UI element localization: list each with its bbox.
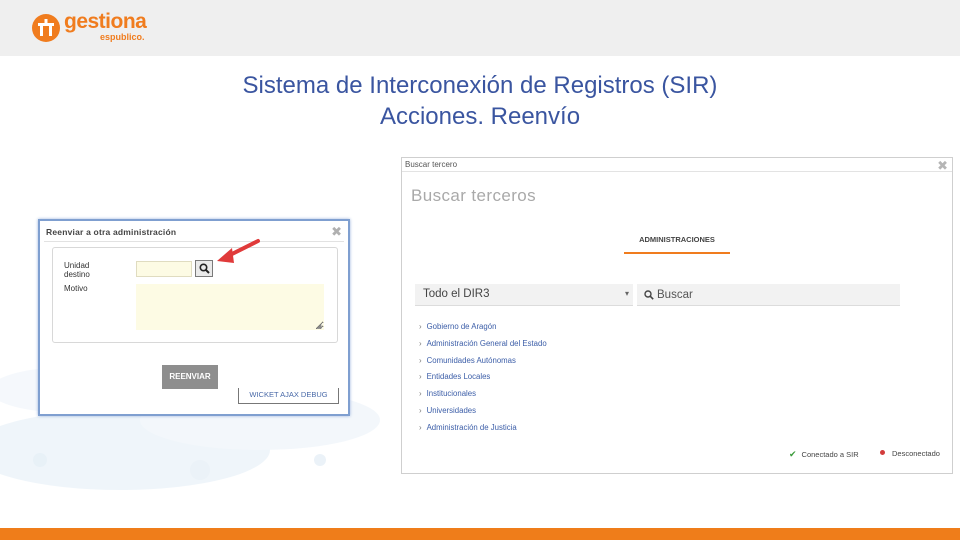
chevron-right-icon: › [419,322,422,331]
dir3-select-value: Todo el DIR3 [423,288,490,300]
search-box[interactable] [637,284,900,306]
logo-mark-icon [32,14,60,42]
divider [44,241,344,242]
gestiona-logo: gestiona espublico. [32,10,162,46]
search-icon [644,290,654,300]
list-item-label: Universidades [426,405,477,415]
reenviar-button[interactable]: REENVIAR [162,365,218,389]
motivo-label: Motivo [64,284,88,293]
dir3-select[interactable]: Todo el DIR3 ▾ [415,284,633,306]
search-unidad-button[interactable] [195,260,213,277]
list-item[interactable]: › Comunidades Autónomas [419,356,719,373]
buscar-tercero-dialog: Buscar tercero ✖ Buscar terceros ADMINIS… [401,157,953,474]
logo-name: gestiona [64,10,147,33]
magnifier-icon [199,263,210,274]
list-item[interactable]: › Entidades Locales [419,372,719,389]
reenviar-dialog: Reenviar a otra administración ✖ Unidad … [38,219,350,416]
bottom-bar [0,528,960,540]
chevron-right-icon: › [419,422,422,432]
list-item[interactable]: › Administración de Justicia [419,423,719,432]
wicket-ajax-debug-link[interactable]: WICKET AJAX DEBUG [238,388,339,404]
resize-handle-icon[interactable]: ◢ [316,322,321,330]
red-dot-icon [880,450,885,455]
list-item-label: Administración General del Estado [426,338,547,348]
unidad-destino-label: Unidad destino [64,261,90,279]
list-item-label: Entidades Locales [426,372,491,382]
unidad-destino-input[interactable] [136,261,192,277]
list-item-label: Administración de Justicia [426,422,517,432]
list-item[interactable]: › Gobierno de Aragón [419,322,719,339]
close-icon[interactable]: ✖ [331,224,342,240]
list-item-label: Comunidades Autónomas [426,355,516,365]
slide-title-line2: Acciones. Reenvío [379,103,581,130]
list-item-label: Institucionales [426,389,477,399]
status-disconnected: Desconectado [880,449,940,458]
list-item[interactable]: › Institucionales [419,389,719,406]
status-connected: ✔ Conectado a SIR [789,449,859,460]
check-icon: ✔ [789,449,797,459]
motivo-textarea[interactable] [136,284,324,330]
chevron-right-icon: › [419,355,422,365]
chevron-right-icon: › [419,389,422,399]
chevron-right-icon: › [419,372,422,382]
buscar-dialog-window-title: Buscar tercero [405,160,458,169]
chevron-down-icon: ▾ [624,289,629,298]
list-item-label: Gobierno de Aragón [426,322,497,331]
list-item[interactable]: › Universidades [419,406,719,423]
slide-title: Sistema de Interconexión de Registros (S… [0,70,960,132]
divider [402,171,952,172]
list-item[interactable]: › Administración General del Estado [419,339,719,356]
status-disconnected-label: Desconectado [892,449,940,458]
red-arrow-icon [217,239,260,263]
chevron-right-icon: › [419,405,422,415]
buscar-terceros-heading: Buscar terceros [411,186,537,205]
tab-administraciones[interactable]: ADMINISTRACIONES [624,228,730,254]
reenviar-dialog-title: Reenviar a otra administración [46,227,177,237]
header-band: gestiona espublico. [0,0,960,56]
chevron-right-icon: › [419,338,422,348]
logo-sub: espublico. [100,32,145,42]
search-input[interactable] [657,287,887,303]
slide-title-line1: Sistema de Interconexión de Registros (S… [242,72,718,99]
administraciones-list: › Gobierno de Aragón › Administración Gene… [419,322,719,432]
status-connected-label: Conectado a SIR [801,450,859,459]
